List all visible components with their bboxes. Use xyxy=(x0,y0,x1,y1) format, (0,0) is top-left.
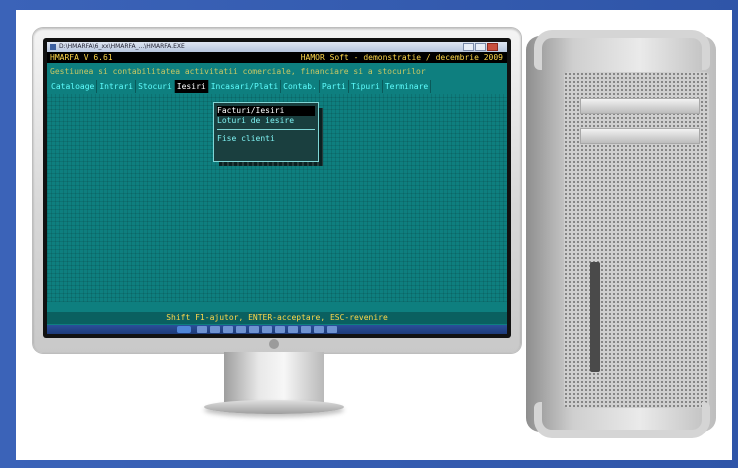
tower-handle-top xyxy=(534,30,710,70)
iesiri-dropdown: Facturi/Iesiri Loturi de iesire Fise cli… xyxy=(213,102,319,162)
dropdown-item-facturi-iesiri[interactable]: Facturi/Iesiri xyxy=(217,106,315,116)
front-ports xyxy=(590,262,600,372)
main-menu: Cataloage Intrari Stocuri Iesiri Incasar… xyxy=(47,80,507,93)
close-button[interactable] xyxy=(487,43,498,51)
dropdown-item-fise-clienti[interactable]: Fise clienti xyxy=(217,134,315,144)
menu-item-cataloage[interactable]: Cataloage xyxy=(49,80,98,93)
start-button-icon[interactable] xyxy=(177,326,191,333)
tower-handle-bottom xyxy=(534,402,710,438)
status-bar: Shift F1-ajutor, ENTER-acceptare, ESC-re… xyxy=(47,312,507,324)
taskbar-button[interactable] xyxy=(301,326,311,333)
app-header: HMARFA V 6.61 HAMOR Soft - demonstratie … xyxy=(47,52,507,63)
menu-item-parti[interactable]: Parti xyxy=(320,80,349,93)
taskbar-button[interactable] xyxy=(197,326,207,333)
optical-drive-bay xyxy=(580,98,700,114)
taskbar-button[interactable] xyxy=(275,326,285,333)
app-version: HMARFA V 6.61 xyxy=(50,53,113,62)
monitor-stand-base xyxy=(204,400,344,414)
taskbar xyxy=(47,325,507,334)
menu-item-tipuri[interactable]: Tipuri xyxy=(349,80,383,93)
menu-item-contab[interactable]: Contab. xyxy=(281,80,320,93)
taskbar-button[interactable] xyxy=(314,326,324,333)
taskbar-button[interactable] xyxy=(262,326,272,333)
dos-screen: D:\HMARFA\6_xx\HMARFA_...\HMARFA.EXE HMA… xyxy=(47,42,507,334)
app-subtitle: Gestiunea si contabilitatea activitatii … xyxy=(50,67,426,76)
taskbar-button[interactable] xyxy=(223,326,233,333)
monitor-stand xyxy=(224,352,324,404)
apple-logo-icon xyxy=(269,339,279,349)
monitor: D:\HMARFA\6_xx\HMARFA_...\HMARFA.EXE HMA… xyxy=(33,28,521,353)
taskbar-button[interactable] xyxy=(236,326,246,333)
taskbar-button[interactable] xyxy=(249,326,259,333)
menu-item-terminare[interactable]: Terminare xyxy=(383,80,432,93)
window-title: D:\HMARFA\6_xx\HMARFA_...\HMARFA.EXE xyxy=(59,43,185,50)
menu-item-stocuri[interactable]: Stocuri xyxy=(136,80,175,93)
taskbar-button[interactable] xyxy=(288,326,298,333)
taskbar-button[interactable] xyxy=(327,326,337,333)
window-titlebar[interactable]: D:\HMARFA\6_xx\HMARFA_...\HMARFA.EXE xyxy=(47,42,507,52)
app-icon xyxy=(50,44,56,50)
menu-item-iesiri[interactable]: Iesiri xyxy=(174,80,209,93)
dropdown-separator xyxy=(217,129,315,130)
menu-item-intrari[interactable]: Intrari xyxy=(97,80,137,93)
optical-drive-bay xyxy=(580,128,700,144)
company-line: HAMOR Soft - demonstratie / decembrie 20… xyxy=(300,53,503,62)
computer-tower xyxy=(520,30,725,438)
menu-item-incasari-plati[interactable]: Incasari/Plati xyxy=(209,80,282,93)
monitor-bezel: D:\HMARFA\6_xx\HMARFA_...\HMARFA.EXE HMA… xyxy=(43,38,511,338)
taskbar-button[interactable] xyxy=(210,326,220,333)
dropdown-item-loturi-iesire[interactable]: Loturi de iesire xyxy=(217,116,315,126)
maximize-button[interactable] xyxy=(475,43,486,51)
tower-front-grille xyxy=(564,72,709,408)
minimize-button[interactable] xyxy=(463,43,474,51)
